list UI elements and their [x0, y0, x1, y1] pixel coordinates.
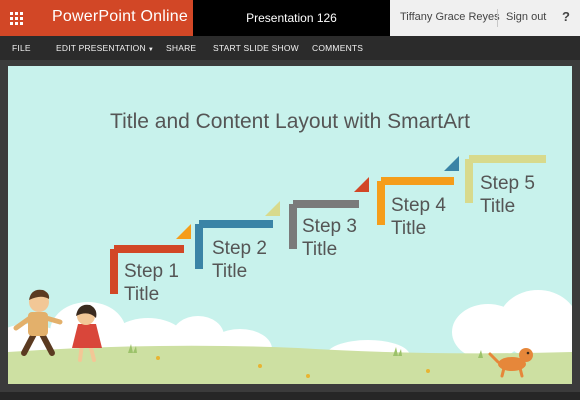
step-2-text[interactable]: Step 2 Title	[212, 237, 267, 283]
step-5-text[interactable]: Step 5 Title	[480, 172, 535, 218]
menu-share[interactable]: SHARE	[166, 43, 196, 53]
document-title[interactable]: Presentation 126	[193, 0, 390, 36]
user-area: Tiffany Grace Reyes Sign out ?	[390, 0, 580, 36]
step-1-title: Title	[124, 284, 160, 305]
step-3-label: Step 3	[302, 216, 357, 237]
slide-canvas[interactable]: Title and Content Layout with SmartArt S…	[8, 66, 572, 384]
step-3-text[interactable]: Step 3 Title	[302, 215, 357, 261]
step-5-label: Step 5	[480, 173, 535, 194]
app-brand: PowerPoint Online	[0, 0, 193, 36]
slide-title[interactable]: Title and Content Layout with SmartArt	[8, 110, 572, 134]
app-launcher-icon[interactable]	[10, 12, 23, 25]
step-4-title: Title	[391, 218, 427, 239]
step-2-label: Step 2	[212, 238, 267, 259]
editing-workspace: Title and Content Layout with SmartArt S…	[0, 60, 580, 400]
step-5-title: Title	[480, 196, 516, 217]
divider	[497, 9, 498, 27]
chevron-down-icon: ▼	[147, 47, 154, 53]
step-1-arrow-icon	[176, 224, 191, 239]
step-3-title: Title	[302, 239, 338, 260]
step-3-arrow-icon	[354, 177, 369, 192]
step-4-text[interactable]: Step 4 Title	[391, 194, 446, 240]
status-bar	[0, 392, 580, 400]
menu-file[interactable]: FILE	[12, 43, 31, 53]
step-1-label: Step 1	[124, 261, 179, 282]
menu-edit-presentation[interactable]: EDIT PRESENTATION ▼	[56, 43, 154, 53]
ribbon-menu: FILE EDIT PRESENTATION ▼ SHARE START SLID…	[0, 36, 580, 60]
menu-comments[interactable]: COMMENTS	[312, 43, 363, 53]
step-4-arrow-icon	[444, 156, 459, 171]
step-2-title: Title	[212, 261, 248, 282]
help-button[interactable]: ?	[562, 9, 570, 24]
user-name[interactable]: Tiffany Grace Reyes	[400, 11, 500, 23]
menu-start-slide-show[interactable]: START SLIDE SHOW	[213, 43, 299, 53]
step-1-text[interactable]: Step 1 Title	[124, 260, 179, 306]
menu-edit-presentation-label: EDIT PRESENTATION	[56, 43, 146, 53]
sign-out-link[interactable]: Sign out	[506, 11, 546, 23]
top-bar: PowerPoint Online Presentation 126 Tiffa…	[0, 0, 580, 36]
app-name: PowerPoint Online	[52, 8, 188, 25]
step-4-label: Step 4	[391, 195, 446, 216]
step-2-arrow-icon	[265, 201, 280, 216]
